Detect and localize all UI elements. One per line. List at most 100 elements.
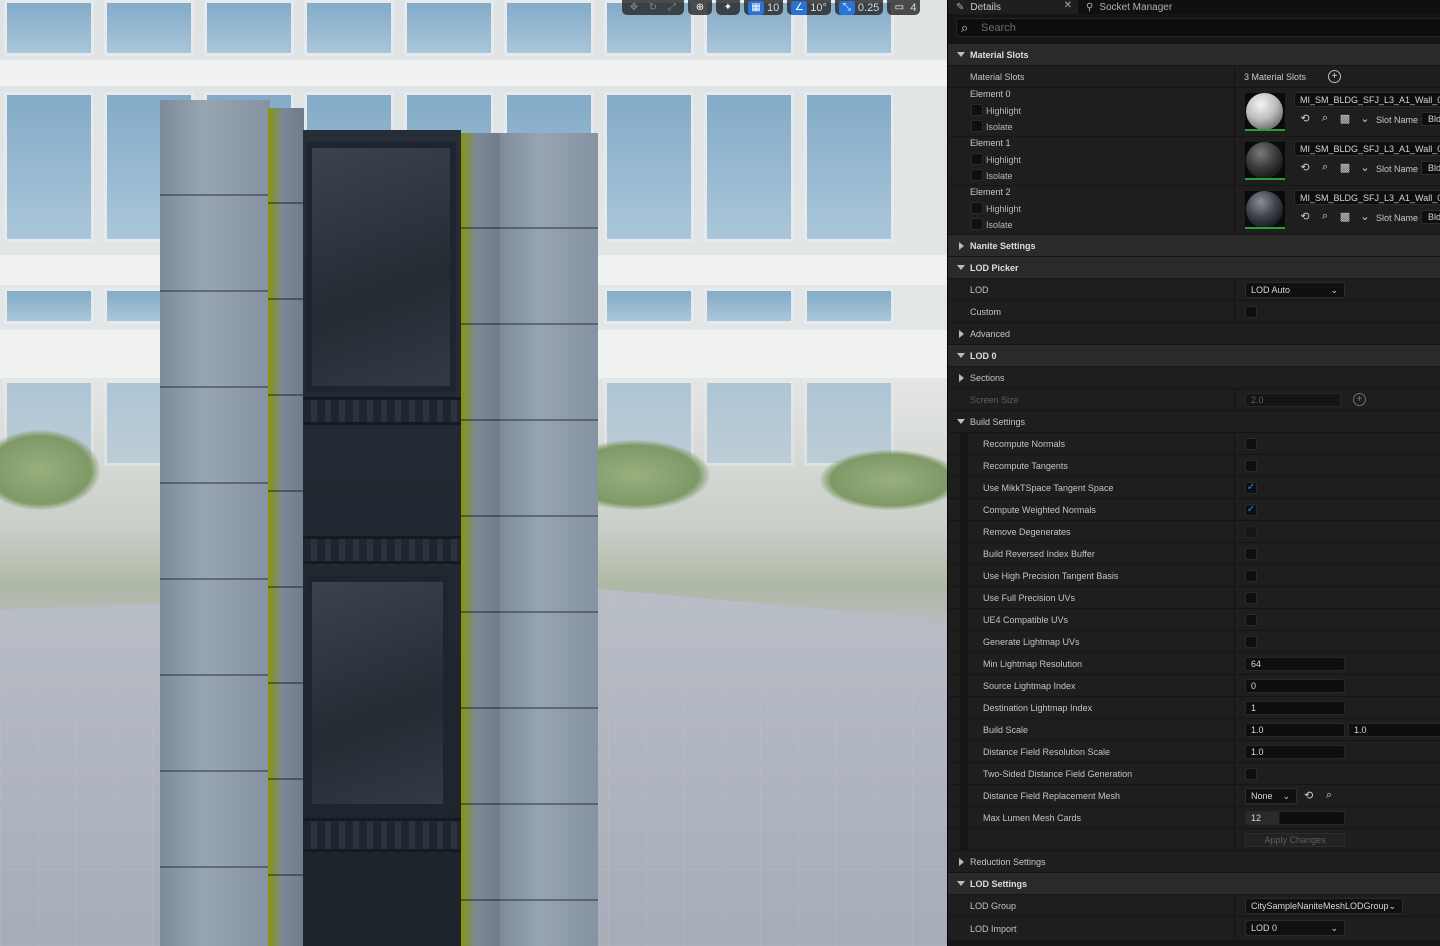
highlight-checkbox[interactable] <box>971 104 983 116</box>
category-lod0[interactable]: LOD 0 <box>948 345 1440 366</box>
category-nanite-settings[interactable]: Nanite Settings <box>948 235 1440 256</box>
camera-speed-icon[interactable]: ▭ <box>891 1 907 15</box>
lod-group-dropdown[interactable]: CitySampleNaniteMeshLODGroup ⌄ <box>1245 898 1403 914</box>
rotation-snap-group[interactable]: ∠ 10° <box>787 0 831 15</box>
scale-snap-icon[interactable]: ⤡ <box>838 0 855 15</box>
expand-arrow-icon[interactable] <box>957 881 965 886</box>
category-lod-settings[interactable]: LOD Settings <box>948 873 1440 894</box>
df-res-field[interactable]: 1.0 <box>1245 744 1345 759</box>
chevron-down-icon[interactable]: ⌄ <box>1357 210 1373 223</box>
category-material-slots[interactable]: Material Slots <box>948 44 1440 65</box>
grid-snap-icon[interactable]: ▦ <box>748 0 764 15</box>
browse-icon[interactable]: ⌕ <box>1326 789 1332 802</box>
collapsed-arrow-icon[interactable] <box>959 329 964 338</box>
highlight-checkbox[interactable] <box>971 202 983 214</box>
highlight-checkbox[interactable] <box>971 153 983 165</box>
material-thumbnail[interactable] <box>1245 93 1285 131</box>
isolate-checkbox[interactable] <box>971 218 983 230</box>
search-box[interactable]: ⌕ <box>956 18 1440 37</box>
property-row-advanced[interactable]: Advanced <box>948 322 1440 344</box>
material-options-icon[interactable]: ▩ <box>1337 112 1353 125</box>
scale-icon[interactable]: ⤢ <box>664 1 680 15</box>
lod-dropdown[interactable]: LOD Auto ⌄ <box>1245 282 1345 298</box>
property-row-recompute-normals: Recompute Normals <box>948 432 1440 454</box>
expand-arrow-icon[interactable] <box>957 265 965 270</box>
add-material-slot-button[interactable]: + <box>1328 70 1341 83</box>
recompute-normals-checkbox[interactable] <box>1245 437 1257 450</box>
tab-socket-manager[interactable]: ⚲ Socket Manager <box>1078 0 1278 14</box>
surface-snap-icon[interactable]: ✦ <box>720 1 736 15</box>
material-thumbnail[interactable] <box>1245 142 1285 180</box>
scale-snap-group[interactable]: ⤡ 0.25 <box>834 0 884 15</box>
ue4-uvs-checkbox[interactable] <box>1245 613 1257 626</box>
grid-snap-value[interactable]: 10 <box>767 2 779 14</box>
custom-checkbox[interactable] <box>1245 305 1257 318</box>
property-row-gen-lightmap: Generate Lightmap UVs <box>948 630 1440 652</box>
rotate-icon[interactable]: ↻ <box>645 1 661 15</box>
category-lod-picker[interactable]: LOD Picker <box>948 257 1440 278</box>
gen-lightmap-checkbox[interactable] <box>1245 635 1257 648</box>
mesh-left-inner-pillar <box>268 108 304 946</box>
level-viewport[interactable]: ✥ ↻ ⤢ ⊕ ✦ ▦ 10 ∠ 10° ⤡ 0.25 ▭ 4 <box>0 0 947 946</box>
scale-snap-value[interactable]: 0.25 <box>858 2 879 14</box>
material-options-icon[interactable]: ▩ <box>1337 161 1353 174</box>
background-tree <box>820 450 947 510</box>
search-input[interactable] <box>981 21 1381 34</box>
close-icon[interactable]: ✕ <box>1064 0 1072 11</box>
rotation-snap-value[interactable]: 10° <box>810 2 827 14</box>
use-selected-icon[interactable]: ⟲ <box>1304 789 1313 802</box>
material-asset-picker[interactable]: MI_SM_BLDG_SFJ_L3_A1_Wall_01_C <box>1294 92 1440 107</box>
property-row-build-settings[interactable]: Build Settings <box>948 410 1440 432</box>
df-replacement-dropdown[interactable]: None ⌄ <box>1245 788 1297 804</box>
collapsed-arrow-icon[interactable] <box>959 241 964 250</box>
build-scale-x-field[interactable]: 1.0 <box>1245 722 1345 737</box>
dest-lightmap-field[interactable]: 1 <box>1245 700 1345 715</box>
expand-arrow-icon[interactable] <box>957 353 965 358</box>
reversed-index-checkbox[interactable] <box>1245 547 1257 560</box>
material-asset-picker[interactable]: MI_SM_BLDG_SFJ_L3_A1_Wall_01_2 <box>1294 190 1440 205</box>
add-screen-size-button[interactable]: + <box>1353 393 1366 406</box>
use-selected-icon[interactable]: ⟲ <box>1297 210 1313 223</box>
max-lumen-field[interactable]: 12 <box>1245 810 1345 825</box>
translate-icon[interactable]: ✥ <box>626 1 642 15</box>
mikkt-checkbox[interactable]: ✓ <box>1245 481 1257 494</box>
world-space-icon[interactable]: ⊕ <box>692 1 708 15</box>
chevron-down-icon[interactable]: ⌄ <box>1357 161 1373 174</box>
material-options-icon[interactable]: ▩ <box>1337 210 1353 223</box>
rotation-snap-icon[interactable]: ∠ <box>791 0 808 15</box>
browse-icon[interactable]: ⌕ <box>1317 161 1333 174</box>
property-row-reduction-settings[interactable]: Reduction Settings <box>948 850 1440 872</box>
compute-weighted-checkbox[interactable]: ✓ <box>1245 503 1257 516</box>
two-sided-checkbox[interactable] <box>1245 767 1257 780</box>
use-selected-icon[interactable]: ⟲ <box>1297 112 1313 125</box>
expand-arrow-icon[interactable] <box>957 419 965 424</box>
collapsed-arrow-icon[interactable] <box>959 373 964 382</box>
material-asset-picker[interactable]: MI_SM_BLDG_SFJ_L3_A1_Wall_01_1 <box>1294 141 1440 156</box>
full-precision-checkbox[interactable] <box>1245 591 1257 604</box>
expand-arrow-icon[interactable] <box>957 52 965 57</box>
source-lightmap-field[interactable]: 0 <box>1245 678 1345 693</box>
tab-details[interactable]: ✎ Details ✕ <box>948 0 1078 14</box>
high-precision-checkbox[interactable] <box>1245 569 1257 582</box>
slot-name-field[interactable]: Bld <box>1421 161 1440 175</box>
slot-name-field[interactable]: Bld <box>1421 210 1440 224</box>
remove-degenerates-checkbox[interactable] <box>1245 525 1257 538</box>
slot-name-field[interactable]: Bld <box>1421 112 1440 126</box>
browse-icon[interactable]: ⌕ <box>1317 112 1333 125</box>
grid-snap-group[interactable]: ▦ 10 <box>744 0 784 15</box>
use-selected-icon[interactable]: ⟲ <box>1297 161 1313 174</box>
min-lightmap-field[interactable]: 64 <box>1245 656 1345 671</box>
isolate-checkbox[interactable] <box>971 120 983 132</box>
camera-speed-value[interactable]: 4 <box>910 2 916 14</box>
browse-icon[interactable]: ⌕ <box>1317 210 1333 223</box>
isolate-checkbox[interactable] <box>971 169 983 181</box>
material-thumbnail[interactable] <box>1245 191 1285 229</box>
property-row-sections[interactable]: Sections <box>948 366 1440 388</box>
recompute-tangents-checkbox[interactable] <box>1245 459 1257 472</box>
build-scale-y-field[interactable]: 1.0 <box>1348 722 1440 737</box>
collapsed-arrow-icon[interactable] <box>959 857 964 866</box>
lod-import-dropdown[interactable]: LOD 0 ⌄ <box>1245 920 1345 936</box>
chevron-down-icon[interactable]: ⌄ <box>1357 112 1373 125</box>
camera-speed-group[interactable]: ▭ 4 <box>887 0 921 15</box>
apply-changes-button[interactable]: Apply Changes <box>1245 832 1345 847</box>
